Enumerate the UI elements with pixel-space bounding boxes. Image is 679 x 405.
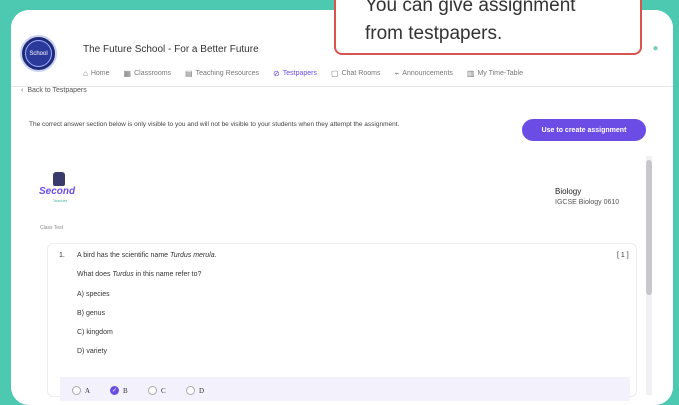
testpaper-icon: ⊘ [273, 69, 280, 78]
nav-item-timetable[interactable]: ▥ My Time-Table [467, 69, 523, 78]
question-marks: [ 1 ] [617, 252, 629, 259]
nav-item-teaching-resources[interactable]: ▤ Teaching Resources [185, 69, 259, 78]
nav-item-testpapers[interactable]: ⊘ Testpapers [273, 69, 317, 78]
question-text: A bird has the scientific name Turdus me… [77, 252, 217, 259]
nav-label: Home [90, 70, 110, 77]
mascot-icon [53, 172, 65, 186]
callout-text: You can give assignment from testpapers. [365, 0, 576, 44]
megaphone-icon: ⌁ [394, 69, 400, 78]
answer-c[interactable]: C [148, 386, 166, 395]
book-icon: ▤ [185, 69, 193, 78]
header-divider [11, 86, 673, 87]
school-name: The Future School - For a Better Future [83, 44, 259, 55]
back-link[interactable]: ‹ Back to Testpapers [21, 87, 87, 94]
answer-visibility-notice: The correct answer section below is only… [29, 121, 400, 128]
school-logo[interactable]: School [20, 35, 57, 72]
main-nav: ⌂ Home ▦ Classrooms ▤ Teaching Resources ⊘ T… [83, 69, 523, 78]
user-icon[interactable]: ● [650, 43, 661, 54]
nav-item-chat-rooms[interactable]: ▢ Chat Rooms [331, 69, 380, 78]
nav-label: Chat Rooms [341, 70, 381, 77]
question-box [47, 243, 637, 397]
calendar-icon: ▥ [466, 69, 475, 78]
nav-label: Teaching Resources [195, 70, 260, 77]
answer-row [60, 377, 630, 401]
brand-sub: Teacher [53, 198, 68, 203]
chevron-left-icon: ‹ [21, 87, 24, 94]
nav-item-classrooms[interactable]: ▦ Classrooms [124, 69, 172, 78]
classroom-icon: ▦ [123, 69, 132, 78]
question-number: 1. [59, 252, 65, 259]
school-logo-text: School [25, 40, 52, 67]
back-label: Back to Testpapers [27, 87, 87, 94]
scrollbar-thumb[interactable] [646, 160, 652, 295]
nav-item-home[interactable]: ⌂ Home [83, 69, 110, 78]
option-c: C) kingdom [77, 329, 113, 336]
home-icon: ⌂ [83, 69, 88, 78]
brand-logo: Second Teacher [39, 172, 79, 204]
nav-label: My Time-Table [477, 70, 523, 77]
answer-b[interactable]: ✓ B [110, 386, 128, 395]
radio-checked-icon: ✓ [110, 386, 119, 395]
nav-label: Classrooms [134, 70, 172, 77]
nav-item-announcements[interactable]: ⌁ Announcements [394, 69, 452, 78]
brand-word: Second [39, 186, 76, 197]
option-d: D) variety [77, 348, 107, 355]
radio-icon [186, 386, 195, 395]
nav-label: Testpapers [282, 70, 317, 77]
answer-a[interactable]: A [72, 386, 90, 395]
radio-icon [72, 386, 81, 395]
answer-d[interactable]: D [186, 386, 204, 395]
syllabus-code: IGCSE Biology 0610 [555, 199, 620, 206]
subject-title: Biology [555, 187, 582, 196]
nav-label: Announcements [402, 70, 453, 77]
option-a: A) species [77, 291, 110, 298]
create-assignment-button[interactable]: Use to create assignment [522, 119, 646, 141]
chat-icon: ▢ [331, 69, 339, 78]
class-test-label: Class Test [40, 225, 63, 231]
radio-icon [148, 386, 157, 395]
question-subtext: What does Turdus in this name refer to? [77, 271, 202, 278]
option-b: B) genus [77, 310, 106, 317]
